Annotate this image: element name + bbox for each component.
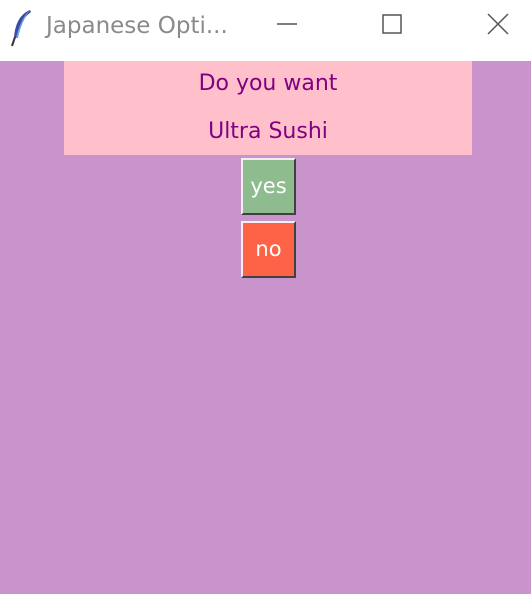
no-button-label: no xyxy=(255,237,282,261)
window-content: Do you want Ultra Sushi yes no xyxy=(0,61,531,594)
feather-icon xyxy=(10,8,34,48)
yes-button[interactable]: yes xyxy=(241,158,296,215)
question-line-1: Do you want xyxy=(198,71,338,96)
no-button[interactable]: no xyxy=(241,221,296,278)
title-bar[interactable]: Japanese Opti... xyxy=(0,0,531,61)
yes-button-label: yes xyxy=(250,174,287,198)
maximize-icon xyxy=(380,12,404,40)
minimize-icon xyxy=(275,12,299,40)
app-window: Japanese Opti... Do you want Ultra Sushi xyxy=(0,0,531,594)
window-title: Japanese Opti... xyxy=(46,13,228,39)
question-line-2: Ultra Sushi xyxy=(208,119,328,144)
close-icon xyxy=(486,12,510,40)
close-button[interactable] xyxy=(475,6,521,46)
minimize-button[interactable] xyxy=(264,6,310,46)
maximize-button[interactable] xyxy=(369,6,415,46)
question-label: Do you want Ultra Sushi xyxy=(64,61,472,155)
